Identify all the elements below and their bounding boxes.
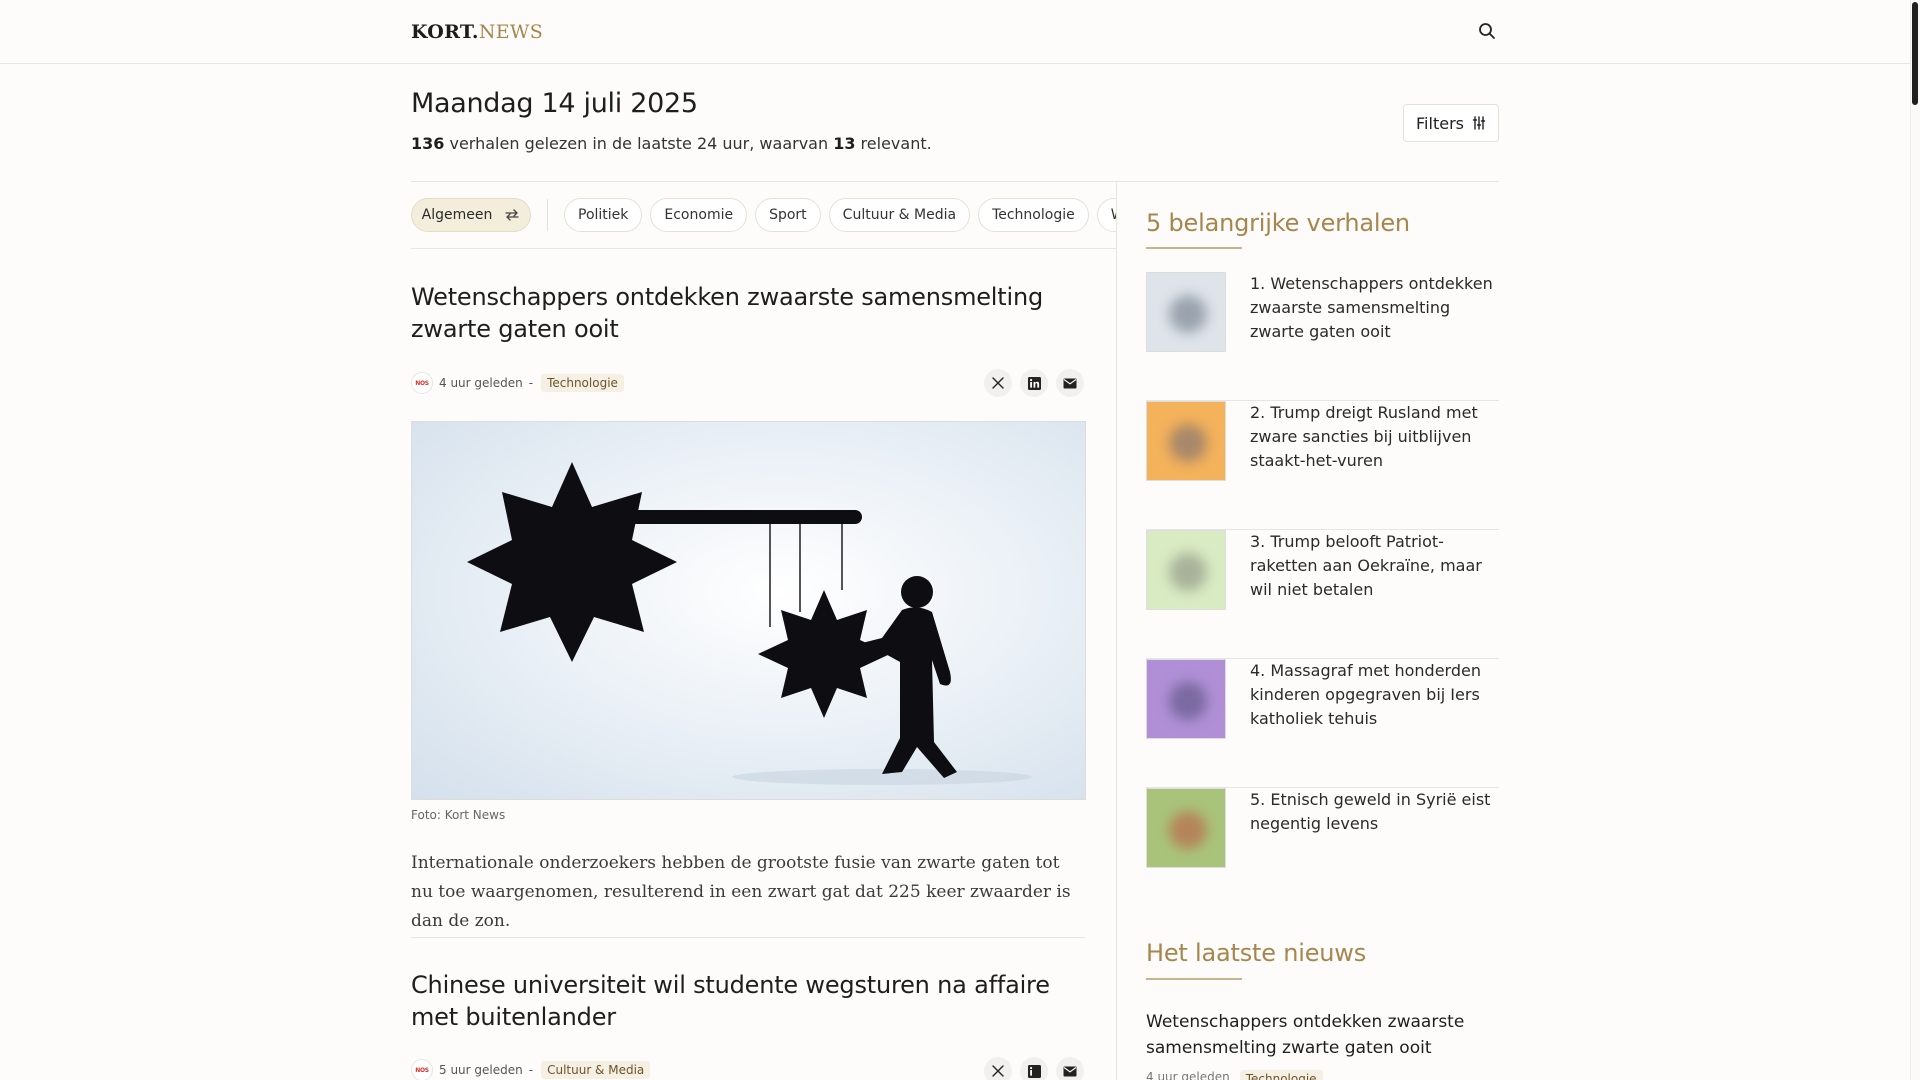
tab-politiek[interactable]: Politiek	[564, 198, 643, 232]
mail-icon	[1063, 1066, 1077, 1076]
site-logo[interactable]: KORT.NEWS	[411, 21, 543, 43]
mail-icon	[1063, 378, 1077, 388]
swap-arrows-icon	[505, 209, 520, 221]
category-badge[interactable]: Technologie	[541, 374, 624, 392]
story-thumbnail	[1146, 401, 1226, 481]
story-thumbnail	[1146, 272, 1226, 352]
filters-button[interactable]: Filters	[1403, 104, 1499, 142]
page-title: Maandag 14 juli 2025	[411, 88, 698, 119]
share-x-button[interactable]	[984, 369, 1012, 397]
top-stories-heading: 5 belangrijke verhalen	[1146, 209, 1410, 237]
article-title[interactable]: Wetenschappers ontdekken zwaarste samens…	[411, 281, 1051, 345]
category-tabs: Algemeen Politiek Economie Sport Cultuur…	[411, 197, 1116, 235]
latest-time: 4 uur geleden	[1146, 1070, 1230, 1080]
column-divider	[1116, 181, 1117, 1080]
top-story-title: 4. Massagraf met honderden kinderen opge…	[1250, 661, 1481, 728]
article-title[interactable]: Chinese universiteit wil studente wegstu…	[411, 969, 1051, 1033]
x-icon	[992, 377, 1004, 389]
meta-separator: -	[528, 1063, 534, 1077]
x-icon	[992, 1065, 1004, 1077]
article-time: 4 uur geleden	[439, 376, 523, 390]
share-mail-button[interactable]	[1056, 369, 1084, 397]
article-time: 5 uur geleden	[439, 1063, 523, 1077]
tab-cultuur-media[interactable]: Cultuur & Media	[828, 198, 971, 232]
category-badge[interactable]: Cultuur & Media	[541, 1061, 651, 1079]
share-buttons	[984, 1057, 1084, 1080]
top-story-title: 2. Trump dreigt Rusland met zware sancti…	[1250, 403, 1478, 470]
tab-sport[interactable]: Sport	[755, 198, 821, 232]
top-story-title: 3. Trump belooft Patriot-raketten aan Oe…	[1250, 532, 1482, 599]
top-story-item[interactable]: 4. Massagraf met honderden kinderen opge…	[1146, 659, 1499, 788]
summary-text-end: relevant.	[855, 134, 932, 153]
tab-list: Politiek Economie Sport Cultuur & Media …	[564, 198, 1116, 232]
summary-text: verhalen gelezen in de laatste 24 uur, w…	[444, 134, 834, 153]
story-thumbnail	[1146, 659, 1226, 739]
search-button[interactable]	[1474, 18, 1500, 44]
top-story-title: 5. Etnisch geweld in Syrië eist negentig…	[1250, 790, 1491, 833]
story-thumbnail	[1146, 788, 1226, 868]
tab-label: Algemeen	[421, 207, 493, 223]
tab-algemeen[interactable]: Algemeen	[411, 198, 531, 232]
summary-count: 136	[411, 134, 445, 153]
page-summary: 136 verhalen gelezen in de laatste 24 uu…	[411, 134, 932, 153]
linkedin-icon	[1027, 1064, 1041, 1078]
heading-underline	[1146, 978, 1242, 980]
latest-news-heading: Het laatste nieuws	[1146, 939, 1367, 967]
top-story-item[interactable]: 5. Etnisch geweld in Syrië eist negentig…	[1146, 788, 1499, 917]
scrollbar-thumb[interactable]	[1912, 2, 1918, 105]
small-star-shape	[758, 590, 890, 718]
logo-text-kort: KORT.	[411, 21, 479, 43]
tabs-divider	[411, 248, 1116, 249]
person-silhouette	[858, 576, 957, 778]
large-star-shape	[467, 462, 677, 662]
linkedin-icon	[1027, 376, 1041, 390]
share-linkedin-button[interactable]	[1020, 369, 1048, 397]
tab-technologie[interactable]: Technologie	[978, 198, 1089, 232]
hero-illustration	[467, 462, 1032, 785]
share-buttons	[984, 369, 1084, 397]
source-logo: NOS	[411, 1059, 433, 1080]
scrollbar-track[interactable]	[1910, 0, 1920, 1080]
top-story-item[interactable]: 3. Trump belooft Patriot-raketten aan Oe…	[1146, 530, 1499, 659]
share-linkedin-button[interactable]	[1020, 1057, 1048, 1080]
source-logo: NOS	[411, 372, 433, 394]
heading-underline	[1146, 247, 1242, 249]
summary-relevant-count: 13	[833, 134, 856, 153]
latest-story-title[interactable]: Wetenschappers ontdekken zwaarste samens…	[1146, 1009, 1499, 1061]
content-divider	[411, 181, 1499, 182]
tab-separator	[547, 199, 548, 231]
filters-label: Filters	[1416, 113, 1464, 133]
latest-story-meta: 4 uur geleden Technologie	[1146, 1070, 1323, 1080]
article-hero-image[interactable]	[411, 421, 1086, 800]
top-bar: KORT.NEWS	[0, 0, 1910, 64]
sliders-icon	[1472, 116, 1486, 130]
image-caption: Foto: Kort News	[411, 808, 506, 822]
logo-text-news: NEWS	[478, 21, 544, 43]
article-meta: NOS 5 uur geleden - Cultuur & Media	[411, 1059, 651, 1080]
article-lead: Internationale onderzoekers hebben de gr…	[411, 853, 1071, 931]
top-story-item[interactable]: 2. Trump dreigt Rusland met zware sancti…	[1146, 401, 1499, 530]
share-x-button[interactable]	[984, 1057, 1012, 1080]
tab-wereld[interactable]: Wereld	[1096, 198, 1116, 232]
top-story-item[interactable]: 1. Wetenschappers ontdekken zwaarste sam…	[1146, 272, 1499, 401]
search-icon	[1479, 23, 1495, 39]
meta-separator: -	[528, 376, 534, 390]
story-thumbnail	[1146, 530, 1226, 610]
article-meta: NOS 4 uur geleden - Technologie	[411, 372, 624, 394]
share-mail-button[interactable]	[1056, 1057, 1084, 1080]
article-separator	[411, 937, 1086, 938]
tab-economie[interactable]: Economie	[650, 198, 748, 232]
top-story-title: 1. Wetenschappers ontdekken zwaarste sam…	[1250, 274, 1493, 341]
category-badge[interactable]: Technologie	[1239, 1070, 1323, 1080]
